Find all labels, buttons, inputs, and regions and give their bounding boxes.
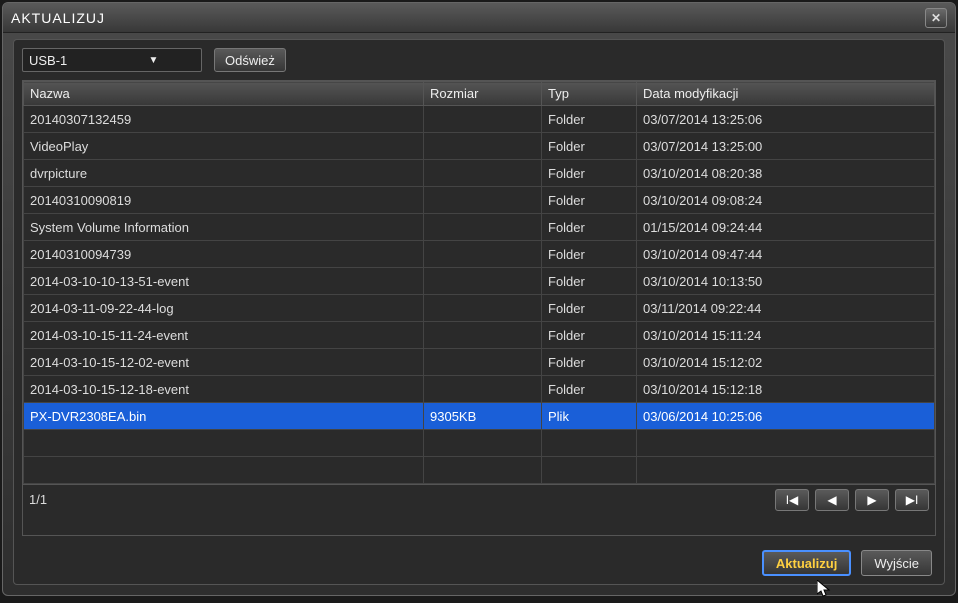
close-icon: ✕ [931,11,941,25]
cell-date: 03/10/2014 09:47:44 [637,241,935,268]
col-header-date[interactable]: Data modyfikacji [637,82,935,106]
chevron-down-icon: ▼ [112,55,195,66]
table-row[interactable]: 20140307132459 Folder03/07/2014 13:25:06 [24,106,935,133]
cell-size [424,241,542,268]
page-info: 1/1 [29,492,775,507]
cell-date: 03/07/2014 13:25:06 [637,106,935,133]
cell-type: Folder [542,214,637,241]
cell-name: 2014-03-10-10-13-51-event [24,268,424,295]
titlebar: AKTUALIZUJ ✕ [3,3,955,33]
next-icon: ▶ [867,493,876,507]
action-buttons: Aktualizuj Wyjście [22,550,936,576]
cell-date: 03/10/2014 15:12:18 [637,376,935,403]
cell-name: 2014-03-11-09-22-44-log [24,295,424,322]
cell-type: Folder [542,295,637,322]
cell-date: 03/10/2014 09:08:24 [637,187,935,214]
cell-type: Folder [542,106,637,133]
cell-name: 20140307132459 [24,106,424,133]
prev-icon: ◀ [827,493,836,507]
table-row[interactable]: dvrpicture Folder03/10/2014 08:20:38 [24,160,935,187]
cell-size [424,133,542,160]
table-row[interactable]: VideoPlay Folder03/07/2014 13:25:00 [24,133,935,160]
first-icon: І◀ [786,493,799,507]
cell-date: 03/11/2014 09:22:44 [637,295,935,322]
cell-size: 9305KB [424,403,542,430]
cell-type: Folder [542,268,637,295]
nav-prev-button[interactable]: ◀ [815,489,849,511]
table-row[interactable]: 2014-03-10-10-13-51-event Folder03/10/201… [24,268,935,295]
cell-name: 2014-03-10-15-11-24-event [24,322,424,349]
nav-last-button[interactable]: ▶І [895,489,929,511]
cell-type: Folder [542,376,637,403]
device-select-value: USB-1 [29,53,112,68]
window-title: AKTUALIZUJ [11,10,925,26]
cell-name: 2014-03-10-15-12-18-event [24,376,424,403]
cell-date: 03/10/2014 15:11:24 [637,322,935,349]
cell-size [424,268,542,295]
col-header-size[interactable]: Rozmiar [424,82,542,106]
cell-date: 01/15/2014 09:24:44 [637,214,935,241]
cell-name: PX-DVR2308EA.bin [24,403,424,430]
col-header-type[interactable]: Typ [542,82,637,106]
table-header-row: Nazwa Rozmiar Typ Data modyfikacji [24,82,935,106]
cell-date: 03/07/2014 13:25:00 [637,133,935,160]
cell-size [424,349,542,376]
table-row-empty [24,457,935,484]
file-table-wrap: Nazwa Rozmiar Typ Data modyfikacji 20140… [22,80,936,536]
cell-type: Plik [542,403,637,430]
table-row[interactable]: 2014-03-10-15-11-24-event Folder03/10/201… [24,322,935,349]
cell-name: 20140310094739 [24,241,424,268]
cell-name: dvrpicture [24,160,424,187]
pagination-nav: І◀ ◀ ▶ ▶І [775,489,929,511]
cell-size [424,106,542,133]
update-window: AKTUALIZUJ ✕ USB-1 ▼ Odśwież Nazwa Rozmi… [2,2,956,596]
cell-name: 2014-03-10-15-12-02-event [24,349,424,376]
table-row[interactable]: 20140310090819 Folder03/10/2014 09:08:24 [24,187,935,214]
cell-type: Folder [542,160,637,187]
update-button[interactable]: Aktualizuj [762,550,851,576]
cell-type: Folder [542,241,637,268]
cell-date: 03/06/2014 10:25:06 [637,403,935,430]
cell-name: VideoPlay [24,133,424,160]
cell-name: System Volume Information [24,214,424,241]
table-row[interactable]: PX-DVR2308EA.bin9305KBPlik03/06/2014 10:… [24,403,935,430]
refresh-button[interactable]: Odśwież [214,48,286,72]
file-table: Nazwa Rozmiar Typ Data modyfikacji 20140… [23,81,935,484]
cell-date: 03/10/2014 08:20:38 [637,160,935,187]
content-panel: USB-1 ▼ Odśwież Nazwa Rozmiar Typ Data m… [13,39,945,585]
cell-size [424,322,542,349]
table-row[interactable]: System Volume Information Folder01/15/201… [24,214,935,241]
last-icon: ▶І [906,493,919,507]
nav-first-button[interactable]: І◀ [775,489,809,511]
cell-type: Folder [542,349,637,376]
cell-size [424,187,542,214]
cell-name: 20140310090819 [24,187,424,214]
col-header-name[interactable]: Nazwa [24,82,424,106]
table-row[interactable]: 2014-03-11-09-22-44-log Folder03/11/2014 … [24,295,935,322]
cell-date: 03/10/2014 15:12:02 [637,349,935,376]
table-row[interactable]: 2014-03-10-15-12-18-event Folder03/10/201… [24,376,935,403]
cell-date: 03/10/2014 10:13:50 [637,268,935,295]
cell-size [424,295,542,322]
toolbar: USB-1 ▼ Odśwież [22,48,936,72]
table-row[interactable]: 2014-03-10-15-12-02-event Folder03/10/201… [24,349,935,376]
cell-size [424,160,542,187]
cell-type: Folder [542,133,637,160]
close-button[interactable]: ✕ [925,8,947,28]
device-select[interactable]: USB-1 ▼ [22,48,202,72]
table-row-empty [24,430,935,457]
table-row[interactable]: 20140310094739 Folder03/10/2014 09:47:44 [24,241,935,268]
cell-type: Folder [542,187,637,214]
nav-next-button[interactable]: ▶ [855,489,889,511]
exit-button[interactable]: Wyjście [861,550,932,576]
table-footer: 1/1 І◀ ◀ ▶ ▶І [23,484,935,514]
cell-size [424,376,542,403]
cell-size [424,214,542,241]
cell-type: Folder [542,322,637,349]
